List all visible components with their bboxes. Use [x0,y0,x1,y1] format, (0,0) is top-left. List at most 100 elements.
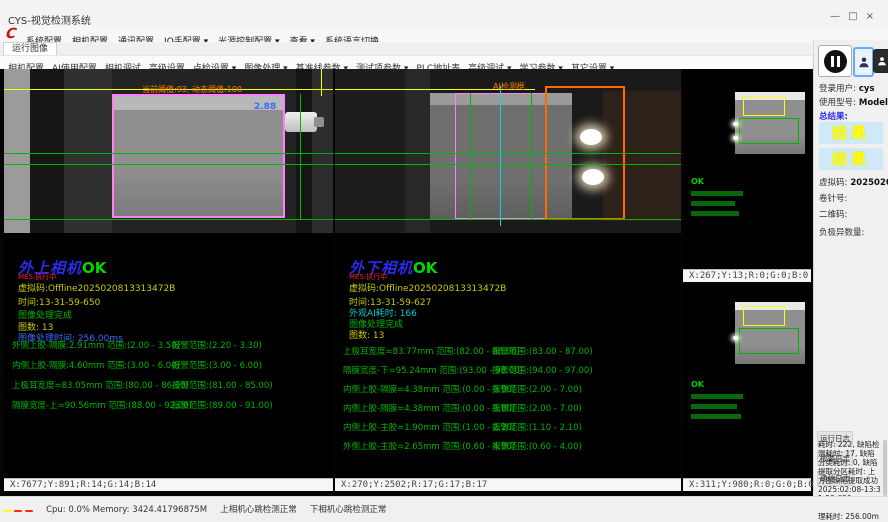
tab-run-image[interactable]: 运行图像 [3,42,57,55]
measure-line [335,164,681,165]
measurement-alarm-range: 报警范围:(2.00 - 7.00) [492,402,582,414]
pin-number-label: 卷针号: [819,192,847,204]
roi-box [743,96,785,116]
maximize-button[interactable]: □ [848,11,865,22]
measure-line [335,219,681,220]
measurement-alarm-range: 报警范围:(1.10 - 2.10) [492,421,582,433]
measurement-row: 上极耳宽度=83.05mm 范围:(80.00 - 86.00) 报警范围:(8… [4,379,333,399]
pause-button[interactable] [818,45,852,77]
camera-view-aux-bottom: OK X:311;Y:980;R:0;G:0;B:0 [683,284,811,491]
user-icon [858,55,870,69]
measurement-alarm-range: 报警范围:(81.00 - 85.00) [172,379,273,391]
measurement-value: 隔膜宽度-上=90.56mm 范围:(88.00 - 92.00) [12,399,192,411]
result-text-row [691,394,743,399]
measurement-row: 上极耳宽度=83.77mm 范围:(82.00 - 88.00) 报警范围:(8… [335,345,681,364]
measure-line-vertical [470,93,471,219]
camera-top-heartbeat: 上相机心跳检测正常 [220,503,297,515]
app-logo-icon: C [5,26,18,42]
close-button[interactable]: × [866,11,882,22]
measurement-alarm-range: 报警范围:(2.20 - 3.30) [172,339,262,351]
login-user-value: cys [859,84,875,94]
measure-line [4,164,333,165]
status-chip [14,510,22,512]
camera-bottom-heartbeat: 下相机心跳检测正常 [310,503,387,515]
app-window: CYS-视觉检测系统 —□× C 系统配置相机配置通讯配置IO手配置 ▾光源控制… [0,0,888,522]
mini-cell-image [735,302,805,364]
result-box-top: 结果 [819,122,883,144]
status-chip [3,510,11,512]
result-text-row [691,201,735,206]
login-user-row: 登录用户:cys [819,82,875,94]
camera-image-aux-bottom[interactable]: OK [683,284,811,478]
reflection-highlight [733,336,738,340]
model-row: 使用型号:Model1 [819,96,888,108]
barcode-line: 虚拟码:Offline2025020813313472B [349,281,506,294]
log-scrollbar[interactable] [883,440,887,496]
camera-view-outer-bottom: AI检测框 外下相机OK MES:执行中 虚拟码:Offline20250208… [335,69,681,491]
measure-line-cyan [500,86,501,226]
measurement-value: 内侧上胶-主胶=1.90mm 范围:(1.00 - 2.20) [343,421,515,433]
camera-image-aux-top[interactable]: OK [683,69,811,269]
measure-line-vertical [531,93,532,219]
battery-cell-region [112,94,285,218]
user-icon [877,55,887,67]
frame-count-line: 图数: 13 [349,328,384,341]
measurement-list: 上极耳宽度=83.77mm 范围:(82.00 - 88.00) 报警范围:(8… [335,345,681,459]
reflection-highlight [733,122,738,126]
camera-image-outer-bottom[interactable]: AI检测框 [335,69,681,233]
measurement-row: 隔膜宽度-下=95.24mm 范围:(93.00 - 98.00) 报警范围:(… [335,364,681,383]
pause-icon [824,50,847,73]
mini-status-text: OK [691,177,704,186]
measurement-row: 隔膜宽度-上=90.56mm 范围:(88.00 - 92.00) 报警范围:(… [4,399,333,419]
barcode-line: 虚拟码:Offline2025020813313472B [18,281,175,294]
result-text-row [691,414,741,419]
model-value: Model1 [859,98,888,108]
virtual-code-row: 虚拟码:20250208 [819,176,888,188]
time-line: 时间:13-31-59-650 [18,295,100,308]
measurement-value: 内侧上胶-隔膜=4.38mm 范围:(0.00 - 9.00) [343,402,515,414]
measure-overlay-value: 2.88 [254,102,276,112]
baseline-yellow-vertical [321,69,322,96]
menu-bar: C 系统配置相机配置通讯配置IO手配置 ▾光源控制配置 ▾查看 ▾系统语言切换 [0,26,888,42]
login-user-label: 登录用户: [819,84,856,94]
camera-view-outer-top: 当前阈值:93, 动态阈值:100 2.88 外上相机OK MES:执行中 虚拟… [4,69,333,491]
ai-box-label: AI检测框 [493,81,525,92]
pixel-coordinates-readout: X:311;Y:980;R:0;G:0;B:0 [683,478,811,491]
measure-line [4,219,333,220]
pixel-coordinates-readout: X:267;Y:13;R:0;G:0;B:0 [683,269,811,282]
roi-box [739,118,799,144]
result-box-bottom: 结果 [819,148,883,170]
reflection-highlight [580,129,602,145]
window-controls: —□× [830,11,882,22]
minimize-button[interactable]: — [830,11,848,22]
virtual-code-label: 虚拟码: [819,178,847,188]
gripper-nozzle-tip [314,117,324,127]
measurement-row: 内侧上胶-隔膜:4.60mm 范围:(3.00 - 6.00) 报警范围:(3.… [4,359,333,379]
measure-line [335,153,681,154]
measurement-value: 外侧上胶-隔膜:2.91mm 范围:(2.00 - 3.50) [12,339,180,351]
login-user-button[interactable] [853,47,874,77]
user-switch-button[interactable] [873,49,888,73]
threshold-overlay-label: 当前阈值:93, 动态阈值:100 [142,84,242,95]
virtual-code-value: 20250208 [850,178,888,188]
measure-line-vertical [300,94,301,220]
result-text-row [691,191,743,196]
measurement-row: 内侧上胶-隔膜=4.38mm 范围:(0.00 - 9.00) 报警范围:(2.… [335,383,681,402]
roi-pink-box [455,93,547,219]
measurement-value: 上极耳宽度=83.05mm 范围:(80.00 - 86.00) [12,379,189,391]
gripper-nozzle [285,112,317,132]
camera-image-outer-top[interactable]: 当前阈值:93, 动态阈值:100 2.88 [4,69,333,233]
measurement-row: 外侧上胶-隔膜:2.91mm 范围:(2.00 - 3.50) 报警范围:(2.… [4,339,333,359]
measurement-value: 内侧上胶-隔膜=4.38mm 范围:(0.00 - 9.00) [343,383,515,395]
result-text-row [691,404,737,409]
qr-code-label: 二维码: [819,208,847,220]
status-chip [25,510,33,512]
reflection-highlight [582,169,604,185]
pixel-coordinates-readout: X:7677;Y:891;R:14;G:14;B:14 [4,478,333,491]
result-text-row [691,211,739,216]
measurement-row: 内侧上胶-主胶=1.90mm 范围:(1.00 - 2.20) 报警范围:(1.… [335,421,681,440]
measure-line [4,153,333,154]
model-label: 使用型号: [819,98,856,108]
measurement-row: 内侧上胶-隔膜=4.38mm 范围:(0.00 - 9.00) 报警范围:(2.… [335,402,681,421]
camera-view-aux-top: OK X:267;Y:13;R:0;G:0;B:0 [683,69,811,282]
